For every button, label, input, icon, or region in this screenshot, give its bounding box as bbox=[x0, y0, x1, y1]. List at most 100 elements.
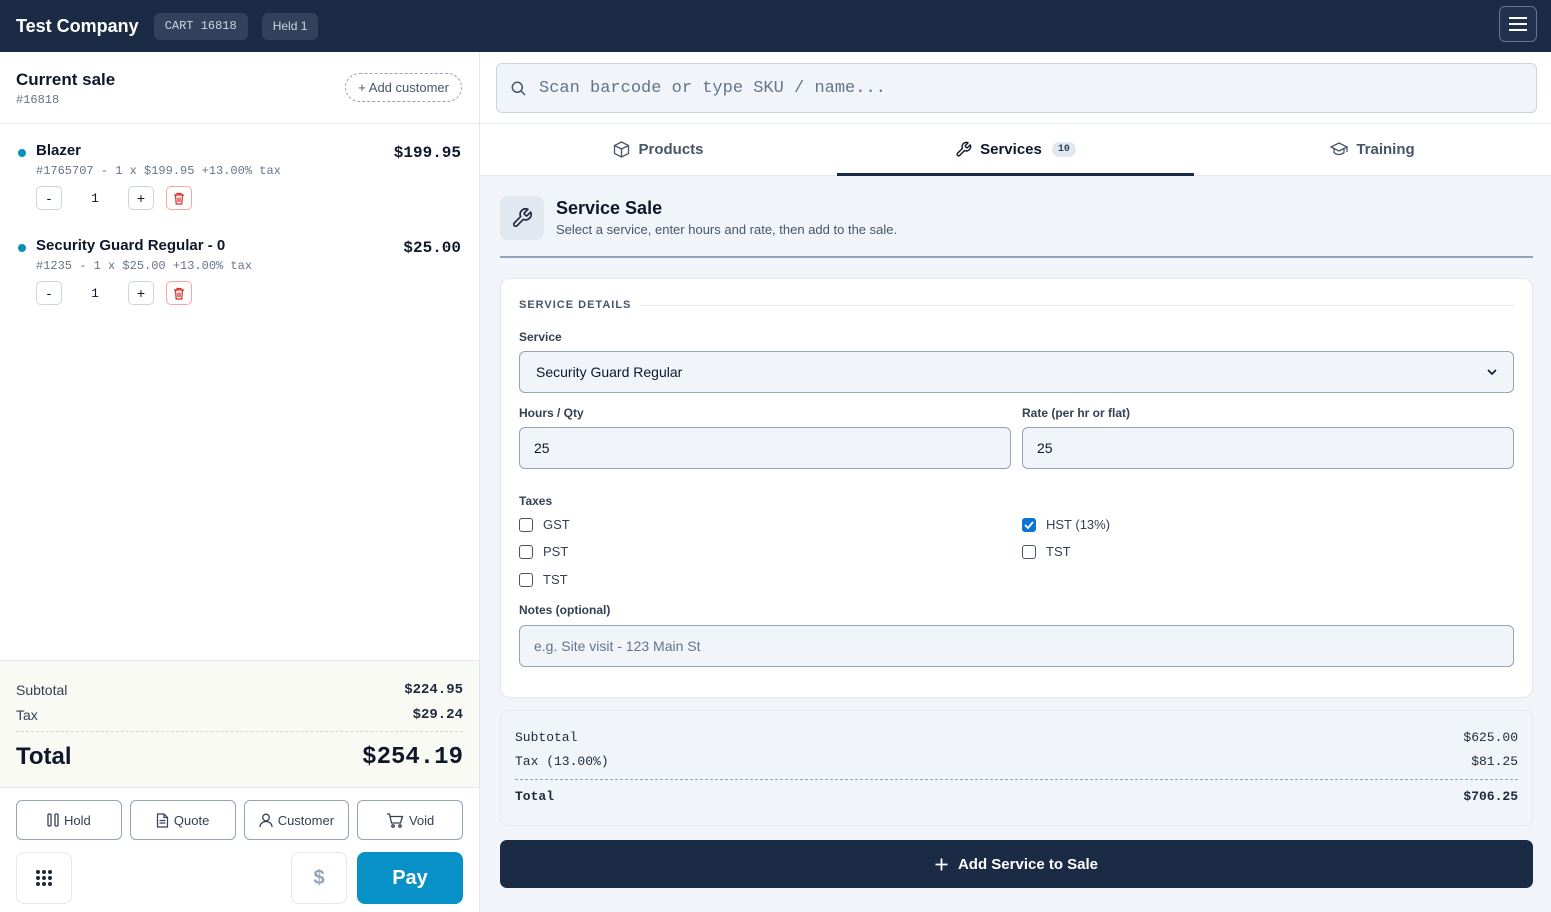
search-input[interactable] bbox=[539, 78, 1439, 98]
search-bar bbox=[480, 52, 1551, 124]
item-meta: #1235 - 1 x $25.00 +13.00% tax bbox=[36, 259, 253, 273]
service-subtotal-label: Subtotal bbox=[515, 729, 578, 745]
pay-button[interactable]: Pay bbox=[357, 852, 463, 904]
tab-training[interactable]: Training bbox=[1194, 124, 1551, 175]
checkbox[interactable] bbox=[519, 572, 533, 587]
decrease-qty-button[interactable]: - bbox=[36, 186, 62, 210]
service-sale-subtitle: Select a service, enter hours and rate, … bbox=[556, 222, 898, 237]
cart-item: Blazer $199.95 #1765707 - 1 x $199.95 +1… bbox=[0, 124, 479, 219]
tax-option-gst[interactable]: GST bbox=[519, 517, 570, 532]
qty-value[interactable]: 1 bbox=[62, 286, 128, 301]
tab-label: Training bbox=[1356, 141, 1415, 158]
cart-panel: Current sale #16818 + Add customer Blaze… bbox=[0, 52, 480, 912]
quantity-stepper: - 1 + bbox=[36, 281, 461, 305]
sale-header: Current sale #16818 + Add customer bbox=[0, 52, 479, 124]
total-label: Total bbox=[16, 743, 72, 770]
trash-icon bbox=[174, 192, 184, 205]
quote-button[interactable]: Quote bbox=[129, 800, 236, 840]
box-icon bbox=[614, 141, 630, 158]
checkbox[interactable] bbox=[519, 544, 533, 559]
notes-field[interactable]: e.g. Site visit - 123 Main St bbox=[519, 625, 1514, 667]
search-icon bbox=[511, 81, 526, 96]
decrease-qty-button[interactable]: - bbox=[36, 281, 62, 305]
tax-value: $29.24 bbox=[412, 706, 463, 723]
quantity-stepper: - 1 + bbox=[36, 186, 461, 210]
service-tax-label: Tax (13.00%) bbox=[515, 753, 609, 769]
checkbox-checked[interactable] bbox=[1022, 517, 1036, 532]
held-badge[interactable]: Held 1 bbox=[261, 12, 319, 40]
remove-item-button[interactable] bbox=[166, 281, 192, 305]
wrench-icon bbox=[512, 208, 532, 228]
void-label: Void bbox=[408, 812, 435, 828]
checkbox[interactable] bbox=[1022, 544, 1036, 559]
plus-icon bbox=[935, 858, 948, 870]
hours-field[interactable]: 25 bbox=[519, 427, 1011, 469]
item-dot bbox=[18, 149, 26, 157]
taxes-label: Taxes bbox=[519, 494, 553, 508]
cash-button[interactable]: $ bbox=[291, 852, 347, 904]
tax-option-label: TST bbox=[543, 572, 568, 587]
hamburger-icon bbox=[1509, 17, 1527, 31]
checkbox[interactable] bbox=[519, 517, 533, 532]
customer-button[interactable]: Customer bbox=[243, 800, 350, 840]
item-price: $199.95 bbox=[393, 144, 461, 162]
cart-actions: Hold Quote Customer Void $ Pay bbox=[0, 787, 479, 912]
item-dot bbox=[18, 244, 26, 252]
catalog-tabs: Products Services 10 Training bbox=[480, 124, 1551, 176]
tab-services[interactable]: Services 10 bbox=[837, 124, 1194, 176]
item-name: Security Guard Regular - 0 bbox=[36, 237, 226, 254]
top-bar: Test Company CART 16818 Held 1 bbox=[0, 0, 1551, 52]
rate-field[interactable]: 25 bbox=[1022, 427, 1514, 469]
tax-label: Tax bbox=[16, 706, 38, 723]
service-details-card: SERVICE DETAILS Service Security Guard R… bbox=[500, 278, 1533, 698]
service-label: Service bbox=[519, 330, 562, 344]
cart-totals: Subtotal $224.95 Tax $29.24 Total $254.1… bbox=[0, 660, 479, 787]
keypad-button[interactable] bbox=[16, 852, 72, 904]
cart-icon bbox=[386, 812, 404, 828]
section-title: SERVICE DETAILS bbox=[519, 299, 632, 311]
remove-item-button[interactable] bbox=[166, 186, 192, 210]
pause-icon bbox=[47, 813, 59, 827]
user-icon bbox=[259, 813, 273, 827]
menu-button[interactable] bbox=[1499, 6, 1537, 42]
tax-option-label: GST bbox=[543, 517, 570, 532]
trash-icon bbox=[174, 287, 184, 300]
section-header: SERVICE DETAILS bbox=[519, 299, 1514, 311]
add-service-button[interactable]: Add Service to Sale bbox=[500, 840, 1533, 888]
service-subtotal-value: $625.00 bbox=[1463, 729, 1518, 745]
qty-value[interactable]: 1 bbox=[62, 191, 128, 206]
add-customer-button[interactable]: + Add customer bbox=[345, 73, 462, 102]
service-sale-title: Service Sale bbox=[556, 198, 663, 218]
tax-option-tst[interactable]: TST bbox=[1022, 544, 1071, 559]
quote-label: Quote bbox=[173, 812, 210, 828]
tax-option-hst[interactable]: HST (13%) bbox=[1022, 517, 1110, 532]
add-service-label: Add Service to Sale bbox=[957, 855, 1099, 873]
wrench-icon bbox=[956, 141, 972, 157]
graduation-cap-icon bbox=[1330, 142, 1349, 156]
tab-label: Products bbox=[638, 141, 704, 158]
hold-button[interactable]: Hold bbox=[16, 800, 122, 840]
rate-label: Rate (per hr or flat) bbox=[1022, 406, 1131, 420]
cart-item: Security Guard Regular - 0 $25.00 #1235 … bbox=[0, 219, 479, 314]
search-box bbox=[496, 63, 1537, 113]
tax-option-pst[interactable]: PST bbox=[519, 544, 568, 559]
keypad-icon bbox=[36, 870, 52, 886]
service-tax-value: $81.25 bbox=[1471, 753, 1518, 769]
total-value: $254.19 bbox=[362, 743, 463, 771]
chevron-down-icon bbox=[1487, 368, 1497, 375]
subtotal-label: Subtotal bbox=[16, 681, 68, 698]
increase-qty-button[interactable]: + bbox=[128, 281, 154, 305]
tax-option-label: PST bbox=[543, 544, 569, 559]
item-price: $25.00 bbox=[403, 239, 461, 257]
tax-option-tst-2[interactable]: TST bbox=[519, 572, 568, 587]
service-total-value: $706.25 bbox=[1463, 788, 1518, 804]
item-meta: #1765707 - 1 x $199.95 +13.00% tax bbox=[36, 164, 281, 178]
service-select[interactable]: Security Guard Regular bbox=[519, 351, 1514, 393]
service-selected-value: Security Guard Regular bbox=[536, 364, 683, 380]
void-button[interactable]: Void bbox=[357, 800, 463, 840]
services-count-badge: 10 bbox=[1051, 142, 1076, 157]
tax-option-label: TST bbox=[1046, 544, 1071, 559]
notes-label: Notes (optional) bbox=[519, 603, 611, 617]
increase-qty-button[interactable]: + bbox=[128, 186, 154, 210]
tab-products[interactable]: Products bbox=[480, 124, 837, 175]
